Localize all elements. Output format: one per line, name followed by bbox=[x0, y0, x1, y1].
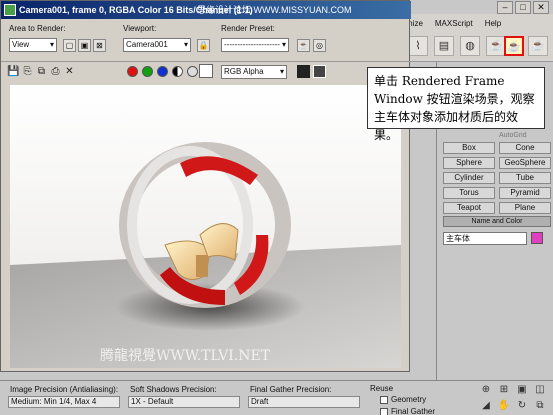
render-preset-select[interactable]: --------------------- bbox=[221, 38, 289, 52]
rendered-image: 腾龍視覺WWW.TLVI.NET bbox=[10, 85, 401, 368]
copy-image-icon[interactable]: ⎘ bbox=[21, 65, 34, 78]
clear-image-icon[interactable]: ✕ bbox=[63, 65, 76, 78]
crop-region-icon[interactable]: ⊠ bbox=[93, 39, 106, 52]
render-window-toolbar: 💾 ⎘ ⧉ ⎙ ✕ RGB Alpha bbox=[1, 61, 411, 81]
maximize-button[interactable]: □ bbox=[515, 1, 531, 14]
clone-window-icon[interactable]: ⧉ bbox=[35, 65, 48, 78]
rendered-frame-window: Camera001, frame 0, RGBA Color 16 Bits/C… bbox=[0, 0, 411, 372]
name-color-rollout[interactable]: Name and Color bbox=[443, 216, 551, 227]
final-gather-check-label: Final Gather bbox=[391, 407, 436, 415]
instruction-callout: 单击 Rendered Frame Window 按钮渲染场景，观察主车体对象添… bbox=[367, 67, 545, 142]
image-precision-label: Image Precision (Antialiasing): bbox=[10, 385, 119, 394]
quick-render-icon[interactable]: ☕ bbox=[528, 36, 548, 56]
environment-icon[interactable]: ◎ bbox=[313, 39, 326, 52]
render-preset-label: Render Preset: bbox=[221, 24, 275, 33]
orbit-icon[interactable]: ↻ bbox=[514, 399, 530, 413]
viewport-navigation: ⊕ ⊞ ▣ ◫ ◢ ✋ ↻ ⧉ bbox=[478, 383, 548, 413]
autogrid-label: AutoGrid bbox=[499, 132, 527, 139]
pan-icon[interactable]: ✋ bbox=[496, 399, 512, 413]
toggle-display-icon[interactable] bbox=[297, 65, 310, 78]
monochrome-icon[interactable] bbox=[187, 66, 198, 77]
lock-viewport-icon[interactable]: 🔒 bbox=[197, 39, 210, 52]
curve-editor-icon[interactable]: ⌇ bbox=[408, 36, 428, 56]
render-setup-small-icon[interactable]: ☕ bbox=[297, 39, 310, 52]
reuse-geometry-row: Geometry bbox=[380, 395, 426, 404]
viewport-label: Viewport: bbox=[123, 24, 157, 33]
zoom-icon[interactable]: ⊕ bbox=[478, 383, 494, 397]
plane-button[interactable]: Plane bbox=[499, 202, 551, 214]
render-scene bbox=[10, 85, 401, 368]
print-image-icon[interactable]: ⎙ bbox=[49, 65, 62, 78]
toggle-alpha-icon[interactable] bbox=[313, 65, 326, 78]
auto-region-icon[interactable]: ▣ bbox=[78, 39, 91, 52]
pyramid-button[interactable]: Pyramid bbox=[499, 187, 551, 199]
tube-button[interactable]: Tube bbox=[499, 172, 551, 184]
green-channel-icon[interactable] bbox=[142, 66, 153, 77]
geosphere-button[interactable]: GeoSphere bbox=[499, 157, 551, 169]
primitive-buttons: Box Cone Sphere GeoSphere Cylinder Tube … bbox=[443, 142, 551, 214]
window-controls: – □ ✕ bbox=[497, 1, 549, 14]
soft-shadows-label: Soft Shadows Precision: bbox=[130, 385, 217, 394]
display-channel-select[interactable]: RGB Alpha bbox=[221, 65, 287, 79]
object-color-swatch[interactable] bbox=[531, 232, 543, 244]
box-button[interactable]: Box bbox=[443, 142, 495, 154]
cone-button[interactable]: Cone bbox=[499, 142, 551, 154]
save-image-icon[interactable]: 💾 bbox=[7, 65, 20, 78]
object-name-field[interactable]: 主车体 bbox=[443, 232, 527, 245]
render-window-titlebar[interactable]: Camera001, frame 0, RGBA Color 16 Bits/C… bbox=[1, 1, 411, 19]
edit-region-icon[interactable]: ▢ bbox=[63, 39, 76, 52]
background-color-swatch[interactable] bbox=[199, 64, 213, 78]
render-window-icon bbox=[4, 4, 16, 16]
zoom-all-icon[interactable]: ⊞ bbox=[496, 383, 512, 397]
render-settings-bar: Image Precision (Antialiasing): Medium: … bbox=[0, 380, 553, 415]
blue-channel-icon[interactable] bbox=[157, 66, 168, 77]
material-editor-icon[interactable]: ◍ bbox=[460, 36, 480, 56]
teapot-button[interactable]: Teapot bbox=[443, 202, 495, 214]
rendered-frame-window-icon[interactable]: ☕ bbox=[504, 36, 524, 56]
viewport-select[interactable]: Camera001 bbox=[123, 38, 191, 52]
image-precision-select[interactable]: Medium: Min 1/4, Max 4 bbox=[8, 396, 120, 408]
zoom-extents-all-icon[interactable]: ◫ bbox=[532, 383, 548, 397]
final-gather-precision-label: Final Gather Precision: bbox=[250, 385, 332, 394]
zoom-extents-icon[interactable]: ▣ bbox=[514, 383, 530, 397]
cylinder-button[interactable]: Cylinder bbox=[443, 172, 495, 184]
reuse-label: Reuse bbox=[370, 384, 394, 393]
menu-item-help[interactable]: Help bbox=[479, 19, 507, 28]
final-gather-precision-select[interactable]: Draft bbox=[248, 396, 360, 408]
area-to-render-label: Area to Render: bbox=[9, 24, 66, 33]
schematic-view-icon[interactable]: ▤ bbox=[434, 36, 454, 56]
red-channel-icon[interactable] bbox=[127, 66, 138, 77]
watermark-bottom: 腾龍視覺WWW.TLVI.NET bbox=[100, 348, 271, 364]
close-button[interactable]: ✕ bbox=[533, 1, 549, 14]
torus-button[interactable]: Torus bbox=[443, 187, 495, 199]
area-to-render-select[interactable]: View bbox=[9, 38, 57, 52]
geometry-checkbox[interactable] bbox=[380, 395, 388, 404]
field-of-view-icon[interactable]: ◢ bbox=[478, 399, 494, 413]
final-gather-checkbox[interactable] bbox=[380, 407, 388, 415]
watermark-top: 思缘设计论坛 WWW.MISSYUAN.COM bbox=[197, 5, 352, 15]
render-setup-icon[interactable]: ☕ bbox=[486, 36, 506, 56]
menu-bar: mize MAXScript Help bbox=[400, 14, 553, 32]
main-toolbar: ⌇ ▤ ◍ ☕ ☕ ☕ bbox=[400, 32, 553, 62]
maximize-viewport-icon[interactable]: ⧉ bbox=[532, 399, 548, 413]
geometry-label: Geometry bbox=[391, 395, 427, 404]
minimize-button[interactable]: – bbox=[497, 1, 513, 14]
menu-item-maxscript[interactable]: MAXScript bbox=[429, 19, 479, 28]
soft-shadows-select[interactable]: 1X - Default bbox=[128, 396, 240, 408]
alpha-channel-icon[interactable] bbox=[172, 66, 183, 77]
sphere-button[interactable]: Sphere bbox=[443, 157, 495, 169]
reuse-final-gather-row: Final Gather bbox=[380, 407, 435, 415]
